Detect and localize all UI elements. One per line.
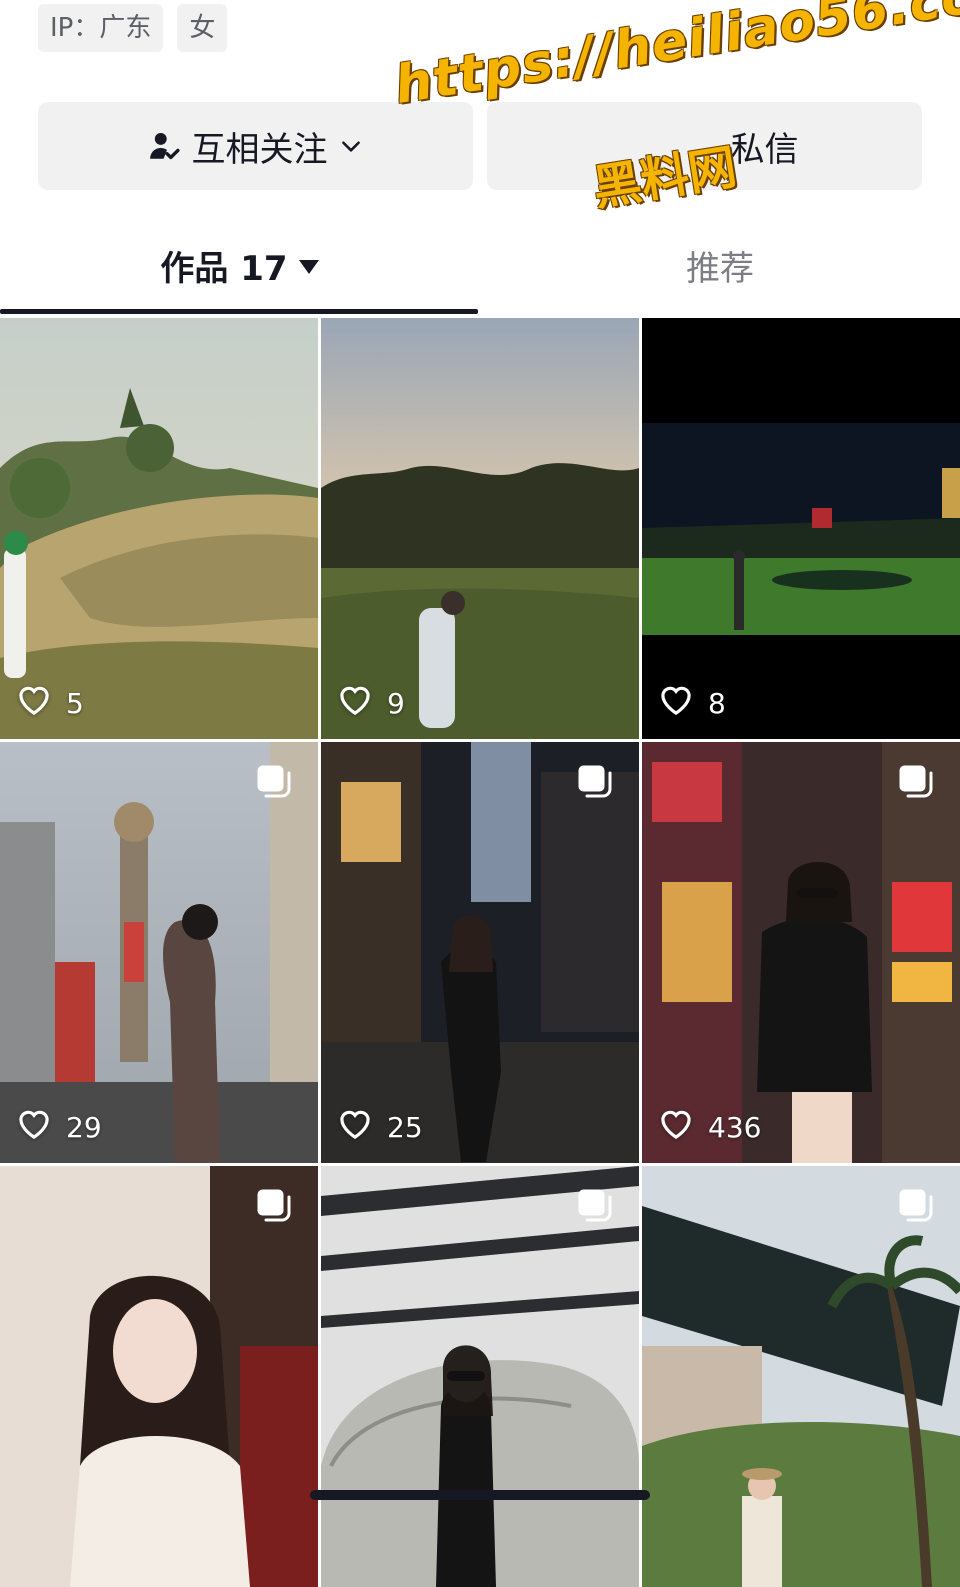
post-image <box>642 742 960 1163</box>
tab-works[interactable]: 作品 17 <box>0 220 480 310</box>
heart-icon <box>337 1108 373 1147</box>
heart-icon <box>337 684 373 723</box>
tab-recommend-label: 推荐 <box>686 248 754 289</box>
like-count: 436 <box>658 1108 761 1147</box>
multi-image-icon <box>577 764 613 798</box>
post-image <box>0 1166 318 1587</box>
like-count-value: 8 <box>708 687 726 720</box>
post-thumbnail[interactable]: 8 <box>642 318 960 739</box>
like-count-value: 436 <box>708 1111 762 1144</box>
chevron-down-icon <box>338 133 364 159</box>
like-count-value: 25 <box>387 1111 423 1144</box>
tab-recommend[interactable]: 推荐 <box>480 220 960 310</box>
profile-tags: IP：广东 女 <box>38 4 228 52</box>
post-thumbnail[interactable]: 5 <box>0 318 318 739</box>
home-indicator[interactable] <box>310 1490 650 1500</box>
like-count-value: 9 <box>387 687 405 720</box>
profile-tabs: 作品 17 推荐 <box>0 220 960 316</box>
post-thumbnail[interactable] <box>0 1166 318 1587</box>
caret-down-icon[interactable] <box>298 245 320 285</box>
like-count: 9 <box>337 684 405 723</box>
post-thumbnail[interactable] <box>321 1166 639 1587</box>
post-thumbnail[interactable] <box>642 1166 960 1587</box>
message-label: 私信 <box>730 129 799 170</box>
post-image <box>321 1166 639 1587</box>
post-thumbnail[interactable]: 436 <box>642 742 960 1163</box>
message-button[interactable]: 私信 <box>487 102 922 190</box>
post-image <box>0 742 318 1163</box>
like-count: 25 <box>337 1108 423 1147</box>
gender-tag: 女 <box>177 4 228 52</box>
watermark-url: https://heiliao56.com <box>390 0 960 117</box>
post-thumbnail[interactable]: 9 <box>321 318 639 739</box>
heart-icon <box>16 1108 52 1147</box>
post-image <box>642 1166 960 1587</box>
post-thumbnail[interactable]: 29 <box>0 742 318 1163</box>
mutual-follow-button[interactable]: 互相关注 <box>38 102 473 190</box>
heart-icon <box>658 684 694 723</box>
multi-image-icon <box>256 764 292 798</box>
post-image <box>642 318 960 739</box>
user-check-icon <box>148 129 182 163</box>
multi-image-icon <box>898 1188 934 1222</box>
like-count-value: 29 <box>66 1111 102 1144</box>
multi-image-icon <box>898 764 934 798</box>
profile-actions: 互相关注 私信 <box>38 102 922 190</box>
post-thumbnail[interactable]: 25 <box>321 742 639 1163</box>
works-grid: 5 9 8 29 25 436 <box>0 318 960 1587</box>
mutual-follow-label: 互相关注 <box>191 129 328 170</box>
heart-icon <box>658 1108 694 1147</box>
like-count: 5 <box>16 684 84 723</box>
multi-image-icon <box>256 1188 292 1222</box>
post-image <box>321 318 639 739</box>
active-tab-indicator <box>0 309 478 314</box>
like-count: 29 <box>16 1108 102 1147</box>
post-image <box>321 742 639 1163</box>
like-count-value: 5 <box>66 687 84 720</box>
like-count: 8 <box>658 684 726 723</box>
ip-location-tag: IP：广东 <box>38 4 164 52</box>
tab-works-label: 作品 17 <box>160 248 288 289</box>
heart-icon <box>16 684 52 723</box>
post-image <box>0 318 318 739</box>
multi-image-icon <box>577 1188 613 1222</box>
